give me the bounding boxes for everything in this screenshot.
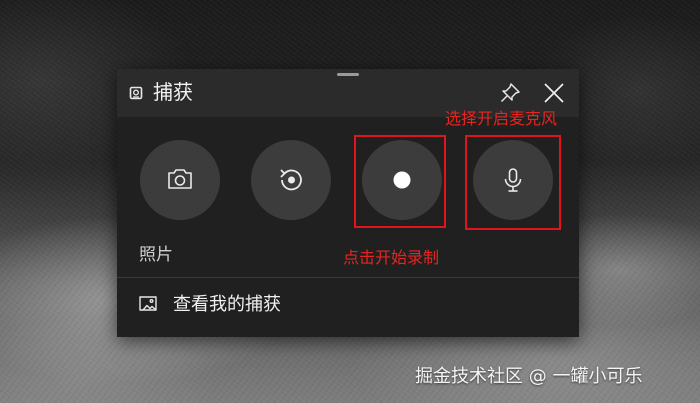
microphone-icon bbox=[504, 168, 522, 192]
microphone-button[interactable] bbox=[473, 140, 553, 220]
mic-annotation-text: 选择开启麦克风 bbox=[445, 109, 558, 128]
close-icon bbox=[544, 83, 564, 103]
pin-button[interactable] bbox=[498, 81, 522, 105]
record-annotation-text: 点击开始录制 bbox=[343, 248, 440, 267]
record-dot-icon bbox=[393, 171, 411, 189]
divider bbox=[117, 277, 579, 278]
capture-widget-icon bbox=[129, 86, 143, 100]
screenshot-button[interactable] bbox=[140, 140, 220, 220]
photo-label: 照片 bbox=[139, 245, 173, 265]
desktop-background: 捕获 照片 查看我的捕获 选择开启麦克风 点击开始录制 掘金技术社区 @ 一罐小… bbox=[0, 0, 700, 403]
widget-title: 捕获 bbox=[153, 80, 193, 104]
pin-icon bbox=[500, 83, 520, 103]
view-captures-label: 查看我的捕获 bbox=[173, 294, 281, 315]
gallery-icon bbox=[139, 296, 157, 311]
drag-grip[interactable] bbox=[337, 73, 359, 76]
watermark: 掘金技术社区 @ 一罐小可乐 bbox=[415, 366, 643, 387]
camera-icon bbox=[168, 169, 192, 189]
record-last-icon bbox=[280, 169, 302, 191]
record-last-button[interactable] bbox=[251, 140, 331, 220]
close-button[interactable] bbox=[542, 81, 566, 105]
start-recording-button[interactable] bbox=[362, 140, 442, 220]
